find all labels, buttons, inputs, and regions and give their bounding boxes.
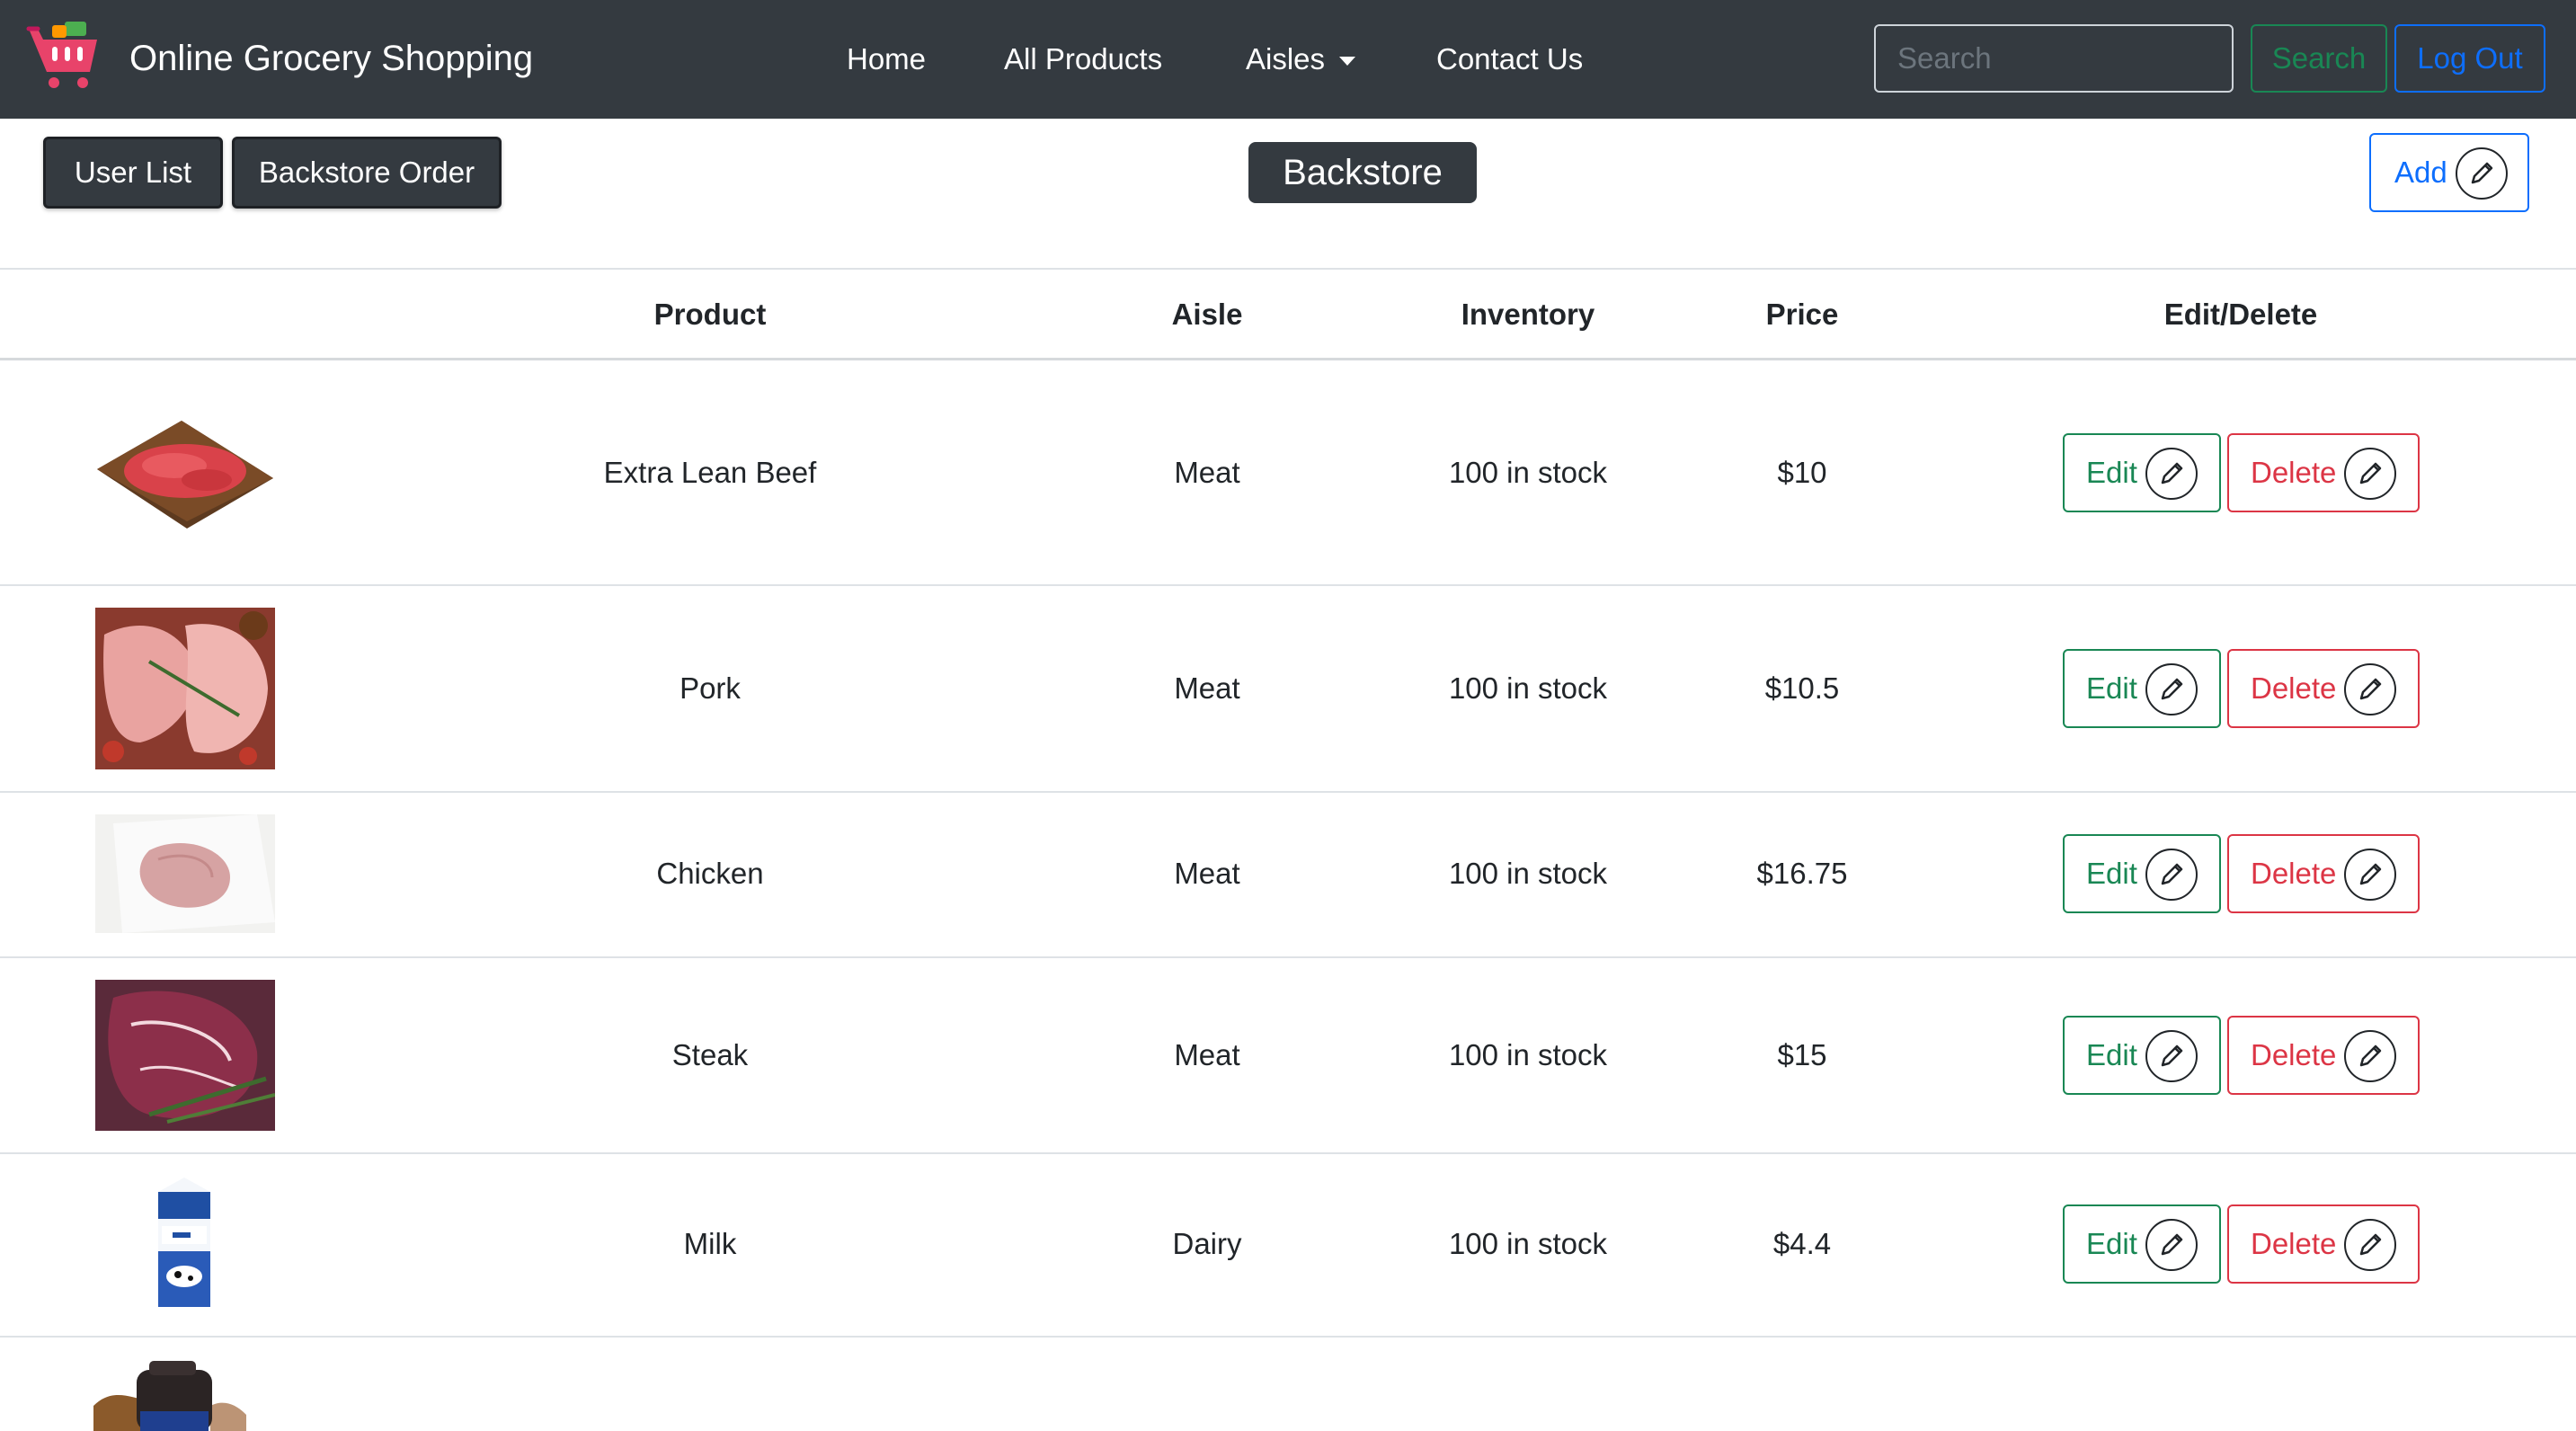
pork-chops-image — [95, 608, 275, 769]
product-aisle: Meat — [1174, 857, 1240, 890]
nav-aisles-dropdown[interactable]: Aisles — [1246, 40, 1356, 79]
delete-button-label: Delete — [2251, 1038, 2337, 1071]
edit-button-label: Edit — [2086, 857, 2137, 890]
chicken-breast-image — [95, 814, 275, 933]
pencil-icon — [2145, 1030, 2198, 1082]
pencil-icon — [2344, 1219, 2396, 1271]
column-header-aisle: Aisle — [1171, 298, 1243, 331]
row-divider — [0, 956, 2576, 958]
shopping-cart-icon[interactable] — [25, 20, 106, 93]
product-price: $10.5 — [1764, 671, 1840, 705]
product-aisle: Meat — [1174, 1038, 1240, 1071]
edit-button[interactable]: Edit — [2063, 649, 2221, 728]
column-header-edit-delete: Edit/Delete — [2163, 298, 2318, 331]
pencil-icon — [2145, 849, 2198, 901]
navbar: Online Grocery Shopping Home All Product… — [0, 0, 2576, 119]
pencil-icon — [2145, 1219, 2198, 1271]
nav-contact-us[interactable]: Contact Us — [1436, 40, 1583, 79]
nav-home[interactable]: Home — [847, 40, 926, 79]
search-input[interactable] — [1874, 24, 2234, 93]
product-name: Milk — [683, 1227, 737, 1260]
table-header-border — [0, 358, 2576, 360]
nav-aisles-label: Aisles — [1246, 42, 1326, 76]
page: Online Grocery Shopping Home All Product… — [0, 0, 2576, 1431]
caret-down-icon — [1339, 57, 1356, 67]
nav-all-products[interactable]: All Products — [1004, 40, 1162, 79]
product-inventory: 100 in stock — [1448, 1038, 1608, 1071]
add-button[interactable]: Add — [2369, 133, 2529, 212]
milk-carton-image — [158, 1178, 210, 1307]
column-header-product: Product — [653, 298, 767, 331]
product-name: Chicken — [656, 857, 764, 890]
pencil-icon — [2344, 1030, 2396, 1082]
product-inventory: 100 in stock — [1448, 671, 1608, 705]
row-divider — [0, 1152, 2576, 1154]
delete-button[interactable]: Delete — [2227, 1016, 2420, 1095]
row-divider — [0, 584, 2576, 586]
delete-button-label: Delete — [2251, 857, 2337, 890]
product-aisle: Meat — [1174, 456, 1240, 489]
delete-button[interactable]: Delete — [2227, 649, 2420, 728]
edit-button[interactable]: Edit — [2063, 834, 2221, 913]
edit-button-label: Edit — [2086, 671, 2137, 705]
chocolate-milk-image — [93, 1361, 246, 1431]
brand-name[interactable]: Online Grocery Shopping — [129, 36, 533, 81]
edit-button[interactable]: Edit — [2063, 1204, 2221, 1284]
delete-button[interactable]: Delete — [2227, 433, 2420, 512]
steak-image — [95, 980, 275, 1131]
delete-button[interactable]: Delete — [2227, 834, 2420, 913]
product-name: Extra Lean Beef — [603, 456, 817, 489]
delete-button-label: Delete — [2251, 1227, 2337, 1260]
delete-button[interactable]: Delete — [2227, 1204, 2420, 1284]
pencil-icon — [2456, 147, 2508, 200]
product-inventory: 100 in stock — [1448, 456, 1608, 489]
edit-button-label: Edit — [2086, 456, 2137, 489]
column-header-inventory: Inventory — [1461, 298, 1595, 331]
column-header-price: Price — [1765, 298, 1839, 331]
edit-button[interactable]: Edit — [2063, 1016, 2221, 1095]
product-price: $4.4 — [1772, 1227, 1832, 1260]
product-name: Pork — [680, 671, 741, 705]
product-inventory: 100 in stock — [1448, 857, 1608, 890]
pencil-icon — [2145, 663, 2198, 716]
product-price: $10 — [1777, 456, 1827, 489]
product-inventory: 100 in stock — [1448, 1227, 1608, 1260]
row-divider — [0, 1336, 2576, 1338]
page-title: Backstore — [1248, 142, 1477, 203]
table-top-border — [0, 268, 2576, 270]
pencil-icon — [2145, 448, 2198, 500]
edit-button[interactable]: Edit — [2063, 433, 2221, 512]
delete-button-label: Delete — [2251, 456, 2337, 489]
pencil-icon — [2344, 849, 2396, 901]
user-list-button[interactable]: User List — [43, 137, 223, 209]
delete-button-label: Delete — [2251, 671, 2337, 705]
backstore-order-button[interactable]: Backstore Order — [232, 137, 502, 209]
product-aisle: Meat — [1174, 671, 1240, 705]
logout-button[interactable]: Log Out — [2394, 24, 2545, 93]
product-price: $15 — [1777, 1038, 1827, 1071]
search-button[interactable]: Search — [2251, 24, 2387, 93]
row-divider — [0, 791, 2576, 793]
pencil-icon — [2344, 663, 2396, 716]
add-button-label: Add — [2394, 156, 2447, 189]
product-name: Steak — [671, 1038, 749, 1071]
edit-button-label: Edit — [2086, 1227, 2137, 1260]
ground-beef-on-board-image — [97, 421, 273, 529]
product-price: $16.75 — [1756, 857, 1848, 890]
pencil-icon — [2344, 448, 2396, 500]
edit-button-label: Edit — [2086, 1038, 2137, 1071]
product-aisle: Dairy — [1172, 1227, 1242, 1260]
